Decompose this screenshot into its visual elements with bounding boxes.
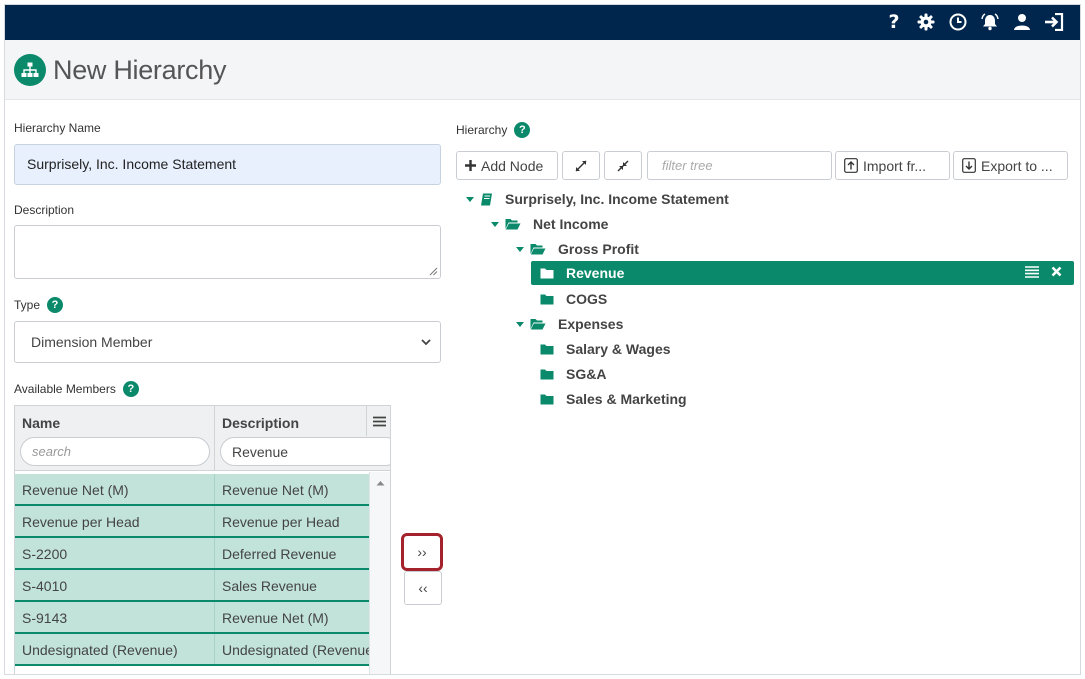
import-button[interactable]: Import fr... [835,151,950,180]
folder-open-icon [530,244,546,255]
help-icon[interactable]: ? [884,11,904,33]
hierarchy-help-icon[interactable]: ? [514,122,531,138]
table-row[interactable]: S-2200 Deferred Revenue [15,538,369,570]
top-bar: ? [5,5,1080,40]
folder-open-icon [505,219,521,230]
scroll-up-icon[interactable] [376,480,385,486]
user-icon[interactable] [1012,12,1032,32]
type-help-icon[interactable]: ? [47,297,64,313]
name-search-input[interactable]: search [20,437,210,466]
add-to-hierarchy-button[interactable]: ›› [401,533,443,571]
logout-icon[interactable] [1044,12,1064,32]
folder-icon [540,369,554,379]
folder-icon [540,268,554,278]
resize-grip-icon[interactable] [429,267,438,276]
export-button[interactable]: Export to ... [953,151,1068,180]
caret-down-icon[interactable] [466,196,474,202]
tree-node-sales-marketing[interactable]: Sales & Marketing [540,387,687,411]
expand-icon [575,160,587,171]
close-icon[interactable] [1051,266,1062,277]
column-menu-icon[interactable] [366,406,390,436]
available-members-label: Available Members ? [14,381,139,397]
caret-down-icon[interactable] [516,246,524,252]
tree-node-revenue[interactable]: Revenue [531,261,1074,285]
collapse-all-button[interactable] [604,151,642,180]
plus-icon [465,160,476,171]
description-label-text: Description [14,203,75,217]
expand-all-button[interactable] [562,151,600,180]
type-select[interactable]: Dimension Member [14,321,441,363]
chevron-down-icon [421,339,431,346]
grid-rows: Revenue Net (M) Revenue Net (M) Revenue … [15,474,369,666]
type-label-text: Type [14,298,41,312]
folder-icon [540,294,554,304]
type-selected-value: Dimension Member [31,334,153,350]
description-textarea[interactable] [14,225,441,279]
description-filter-input[interactable]: Revenue [220,437,390,466]
history-icon[interactable] [948,12,968,32]
grid-header: Name Description search Revenue [15,406,390,471]
list-icon[interactable] [1025,266,1039,278]
tree-node-root[interactable]: Surprisely, Inc. Income Statement [466,187,729,211]
tree-node-expenses[interactable]: Expenses [516,312,623,336]
tree-node-net-income[interactable]: Net Income [491,212,608,236]
available-members-label-text: Available Members [14,382,116,396]
folder-icon [540,394,554,404]
folder-open-icon [530,319,546,330]
hierarchy-name-input[interactable]: Surprisely, Inc. Income Statement [14,144,441,185]
hierarchy-name-label-text: Hierarchy Name [14,121,101,135]
table-row[interactable]: S-9143 Revenue Net (M) [15,602,369,634]
column-header-description[interactable]: Description [222,415,299,431]
remove-from-hierarchy-button[interactable]: ‹‹ [404,571,442,605]
column-header-name[interactable]: Name [22,415,60,431]
hierarchy-label: Hierarchy ? [456,122,531,138]
download-icon [962,158,976,173]
alarm-icon[interactable] [980,12,1000,32]
tree-node-gross-profit[interactable]: Gross Profit [516,237,639,261]
members-help-icon[interactable]: ? [122,381,139,397]
upload-icon [844,158,858,173]
hierarchy-label-text: Hierarchy [456,123,508,137]
title-bar: New Hierarchy [5,40,1080,100]
caret-down-icon[interactable] [516,321,524,327]
tree-node-salary-wages[interactable]: Salary & Wages [540,337,671,361]
table-row[interactable]: Undesignated (Revenue) Undesignated (Rev… [15,634,369,666]
tree-node-cogs[interactable]: COGS [540,287,607,311]
members-grid: Name Description search Revenue Revenue … [14,405,391,674]
page-title: New Hierarchy [53,55,227,85]
app-window: ? New Hierarchy Hierarchy Name Surprisel… [4,4,1081,675]
compress-icon [617,160,629,171]
description-label: Description [14,203,74,217]
tree-node-sga[interactable]: SG&A [540,362,606,386]
hierarchy-icon [14,54,46,86]
table-row[interactable]: Revenue per Head Revenue per Head [15,506,369,538]
grid-scrollbar[interactable] [369,472,390,674]
filter-tree-input[interactable]: filter tree [647,151,832,180]
folder-icon [540,344,554,354]
table-row[interactable]: S-4010 Sales Revenue [15,570,369,602]
hierarchy-name-label: Hierarchy Name [14,121,101,135]
book-icon [481,193,492,205]
gear-icon[interactable] [916,12,936,32]
type-label: Type ? [14,297,64,313]
table-row[interactable]: Revenue Net (M) Revenue Net (M) [15,474,369,506]
caret-down-icon[interactable] [491,221,499,227]
add-node-button[interactable]: Add Node [456,151,558,180]
